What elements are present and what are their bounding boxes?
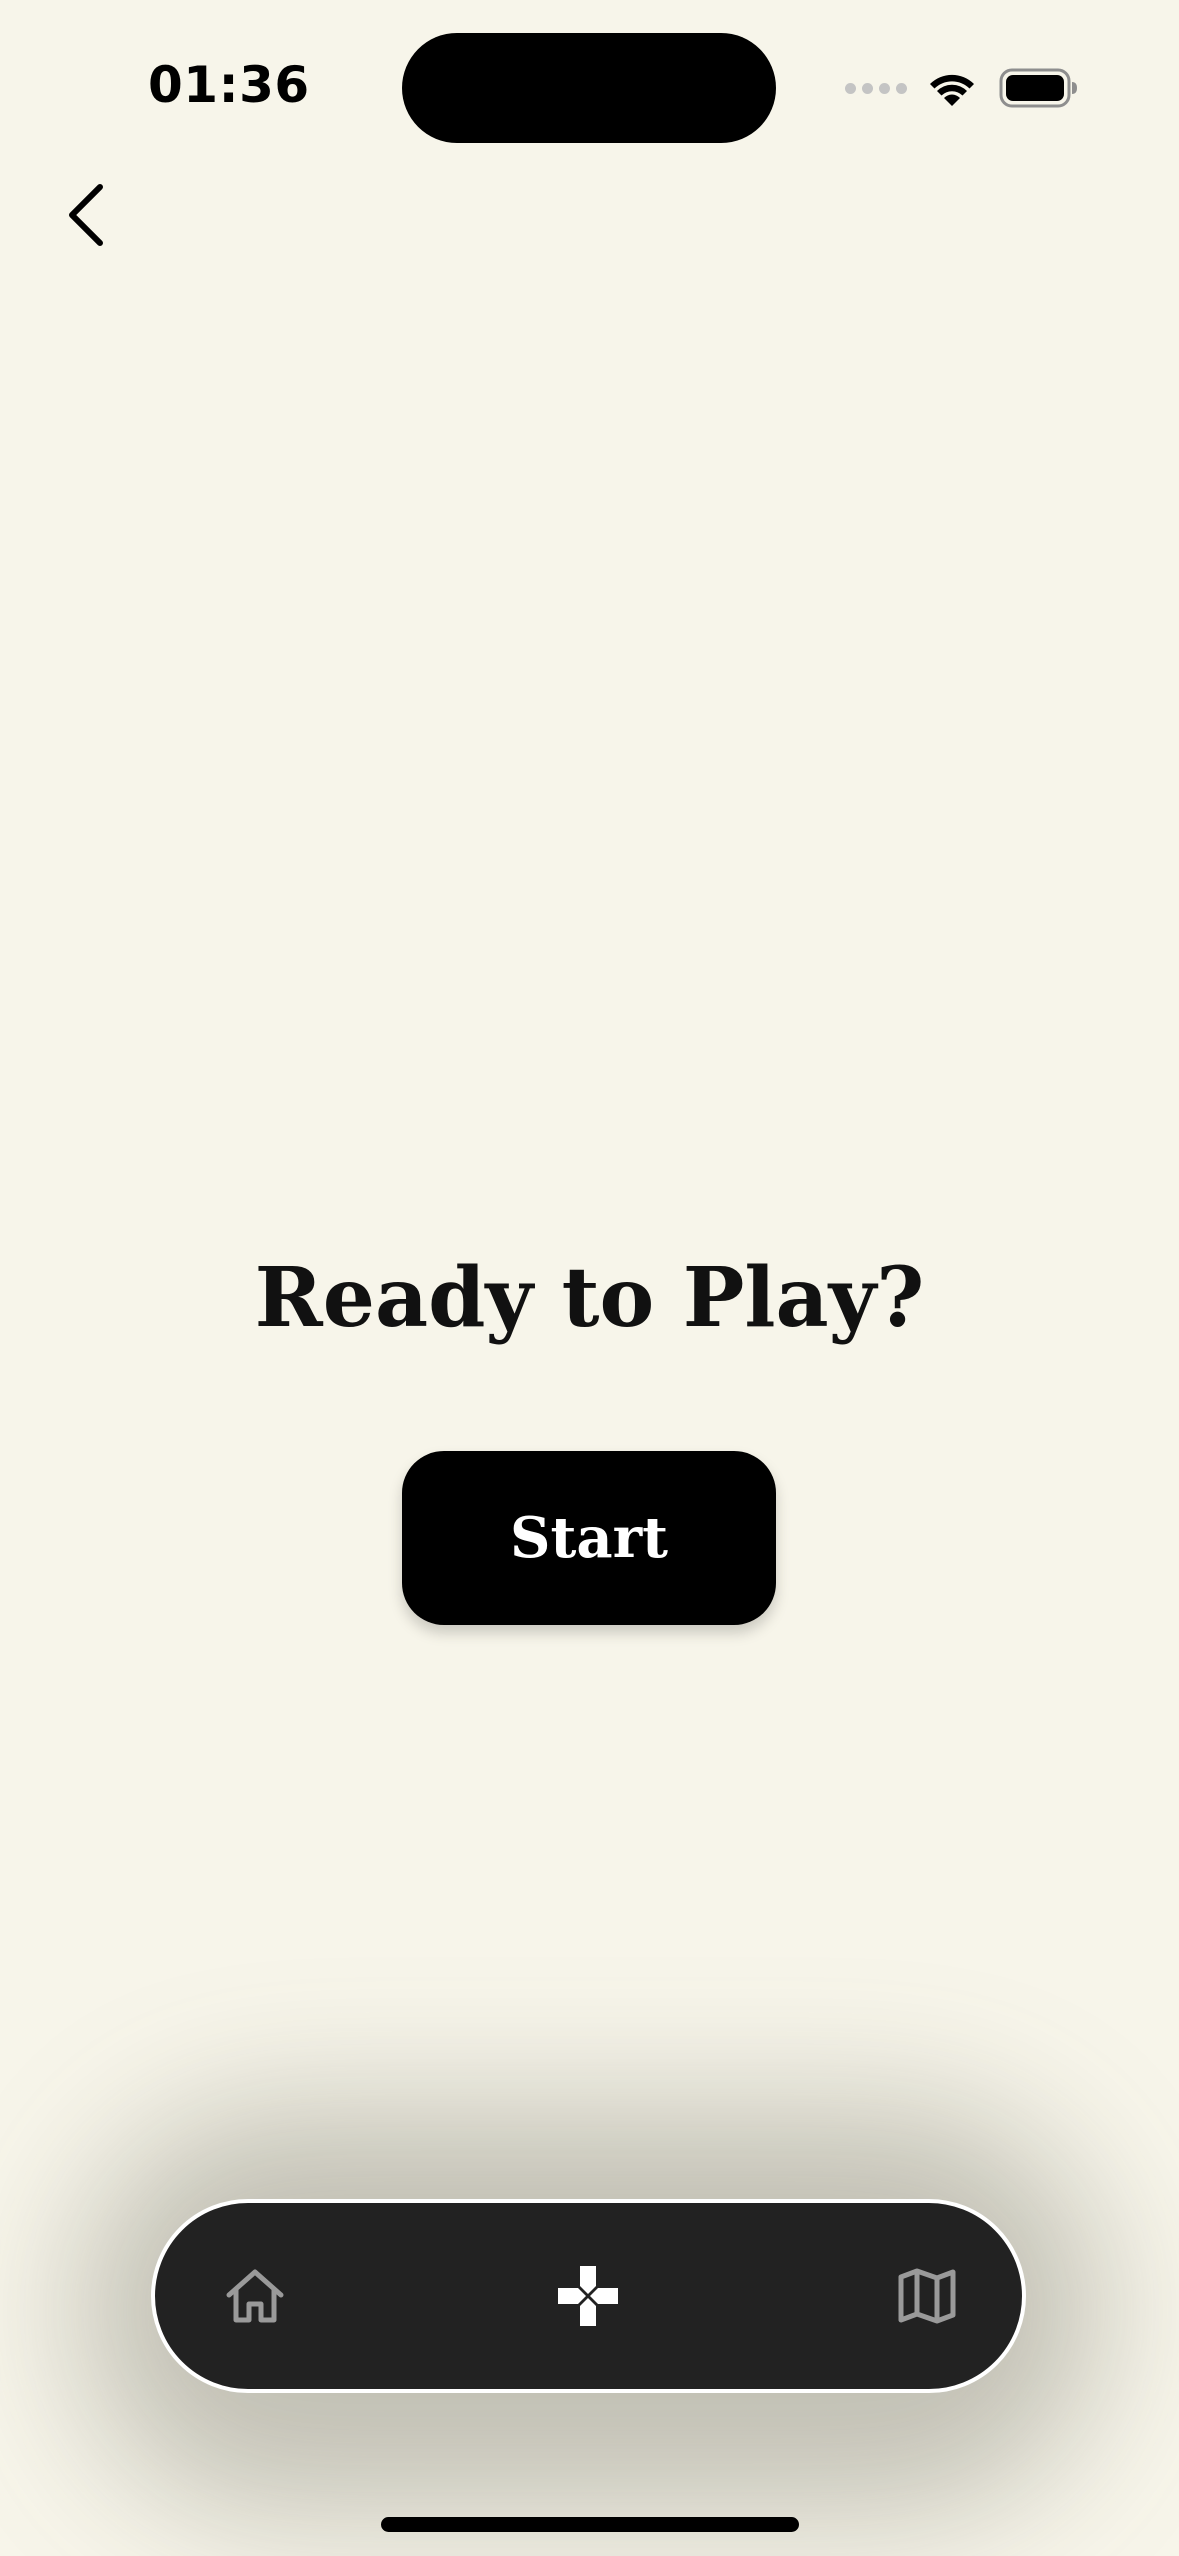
tab-bar: [151, 2199, 1026, 2393]
chevron-left-icon: [69, 184, 103, 246]
home-icon: [226, 2269, 284, 2323]
wifi-icon: [930, 74, 974, 106]
cellular-signal-icon: [845, 82, 907, 94]
status-time: 01:36: [148, 56, 310, 114]
page-title: Ready to Play?: [254, 1250, 925, 1346]
start-button[interactable]: Start: [402, 1451, 776, 1625]
status-icons: [845, 64, 1079, 112]
tab-map[interactable]: [867, 2203, 987, 2389]
home-indicator: [381, 2517, 799, 2532]
map-icon: [898, 2268, 956, 2324]
back-button[interactable]: [56, 175, 116, 255]
gamepad-icon: [558, 2266, 618, 2326]
dynamic-island: [402, 33, 776, 143]
battery-icon: [999, 68, 1077, 108]
tab-play[interactable]: [528, 2203, 648, 2389]
tab-home[interactable]: [195, 2203, 315, 2389]
